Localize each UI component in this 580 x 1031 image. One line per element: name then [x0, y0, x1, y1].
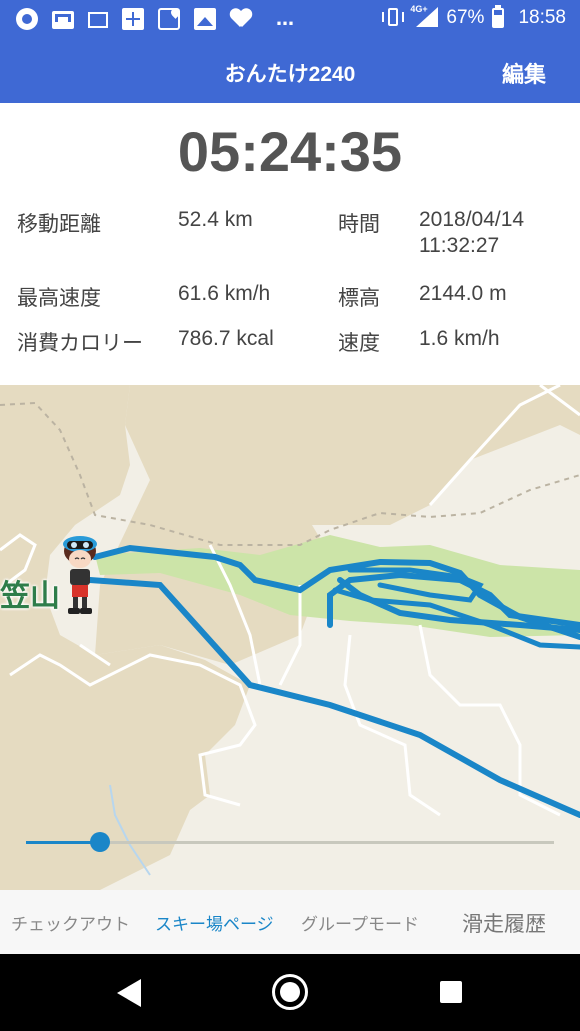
- network-type: 4G+: [410, 4, 428, 14]
- slider-progress: [26, 841, 100, 844]
- calories-value: 786.7 kcal: [178, 327, 274, 350]
- tab-checkout[interactable]: チェックアウト: [11, 910, 130, 935]
- bottom-tab-bar: チェックアウト スキー場ページ グループモード 滑走履歴: [0, 890, 580, 954]
- playback-slider[interactable]: [26, 832, 554, 852]
- image-icon: [194, 8, 216, 30]
- time-label: 時間: [338, 212, 380, 236]
- app-grid-icon: [122, 8, 144, 30]
- speed-label: 速度: [338, 331, 380, 355]
- app-bar: おんたけ2240 編集: [0, 40, 580, 103]
- time-clock: 11:32:27: [419, 234, 500, 257]
- tab-ski-history[interactable]: 滑走履歴: [462, 908, 546, 938]
- skier-avatar-icon[interactable]: [58, 533, 102, 617]
- battery-percent: 67%: [446, 7, 485, 28]
- distance-value: 52.4 km: [178, 208, 253, 231]
- system-nav-bar: [0, 954, 580, 1031]
- elapsed-time: 05:24:35: [177, 120, 403, 183]
- status-bar: … 4G+ 67% 18:58: [0, 0, 580, 40]
- place-label: 笠山: [0, 579, 60, 614]
- signal-icon: 4G+: [410, 4, 439, 29]
- map-canvas: [0, 385, 580, 890]
- max-speed-label: 最高速度: [17, 286, 101, 310]
- max-speed-value: 61.6 km/h: [178, 282, 271, 305]
- vibrate-icon: [382, 7, 405, 29]
- maps-icon: [158, 8, 180, 30]
- clock: 18:58: [518, 7, 566, 28]
- calories-label: 消費カロリー: [17, 331, 143, 355]
- back-icon[interactable]: [117, 979, 141, 1007]
- battery-icon: [492, 5, 505, 28]
- tab-ski-resort-page[interactable]: スキー場ページ: [155, 910, 274, 935]
- home-icon[interactable]: [272, 974, 308, 1010]
- edit-button[interactable]: 編集: [502, 57, 546, 89]
- speed-value: 1.6 km/h: [419, 327, 500, 350]
- altitude-label: 標高: [338, 286, 380, 310]
- page-title: おんたけ2240: [224, 63, 356, 86]
- map-view[interactable]: 笠山: [0, 385, 580, 890]
- tab-group-mode[interactable]: グループモード: [301, 910, 419, 935]
- altitude-value: 2144.0 m: [419, 282, 507, 305]
- more-icon: …: [276, 8, 296, 30]
- heart-icon: [230, 9, 252, 29]
- time-date: 2018/04/14: [419, 208, 525, 231]
- stats-panel: 05:24:35 移動距離 52.4 km 時間 2018/04/14 11:3…: [0, 103, 580, 385]
- distance-label: 移動距離: [17, 212, 101, 236]
- mail-icon: [88, 11, 108, 28]
- sync-icon: [16, 8, 38, 30]
- slider-thumb[interactable]: [89, 832, 110, 852]
- gmail-icon: [52, 11, 74, 29]
- recent-apps-icon[interactable]: [440, 981, 462, 1003]
